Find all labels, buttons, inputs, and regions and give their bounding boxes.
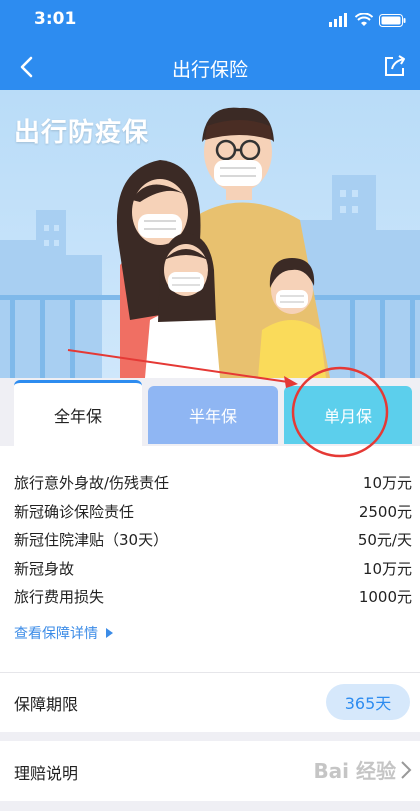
signal-icon	[329, 13, 347, 27]
coverage-name: 新冠确诊保险责任	[14, 503, 135, 521]
battery-icon	[379, 13, 406, 27]
nav-bar: 出行保险	[0, 44, 420, 90]
period-label: 保障期限	[14, 695, 79, 714]
status-icons	[329, 13, 406, 27]
coverage-amount: 50元/天	[357, 531, 412, 549]
page-title: 出行保险	[171, 59, 248, 81]
period-value-pill[interactable]: 365天	[326, 684, 410, 720]
detail-link-label: 查看保障详情	[14, 626, 98, 642]
status-bar: 3:01	[0, 0, 420, 44]
baidu-watermark: Bai 经验	[313, 759, 396, 783]
plan-tabs: 全年保 半年保 单月保	[0, 378, 420, 446]
wifi-icon	[355, 13, 373, 26]
caret-right-icon	[106, 628, 113, 638]
coverage-row: 新冠身故 10万元	[14, 558, 412, 584]
share-icon[interactable]	[382, 53, 408, 79]
tab-single-month[interactable]: 单月保	[284, 386, 412, 444]
coverage-name: 新冠住院津贴（30天）	[14, 531, 169, 549]
coverage-name: 新冠身故	[14, 560, 75, 578]
coverage-amount: 10万元	[362, 560, 412, 578]
chevron-right-icon	[401, 761, 412, 779]
coverage-period-row: 保障期限 365天	[0, 672, 420, 732]
claims-label: 理赔说明	[14, 764, 79, 783]
claims-info-row[interactable]: 理赔说明 Bai 经验	[0, 741, 420, 801]
coverage-name: 旅行费用损失	[14, 588, 105, 606]
coverage-row: 新冠住院津贴（30天） 50元/天	[14, 529, 412, 555]
banner-heading: 出行防疫保	[14, 118, 150, 148]
promo-banner: 出行防疫保	[0, 90, 420, 378]
status-time: 3:01	[34, 9, 77, 29]
coverage-row: 旅行费用损失 1000元	[14, 586, 412, 612]
coverage-amount: 2500元	[358, 503, 412, 521]
coverage-amount: 1000元	[358, 588, 412, 606]
coverage-row: 旅行意外身故/伤残责任 10万元	[14, 472, 412, 498]
tab-annual[interactable]: 全年保	[14, 380, 142, 446]
coverage-amount: 10万元	[362, 474, 412, 492]
coverage-name: 旅行意外身故/伤残责任	[14, 474, 170, 492]
view-coverage-details-link[interactable]: 查看保障详情	[14, 623, 113, 643]
coverage-row: 新冠确诊保险责任 2500元	[14, 501, 412, 527]
coverage-list: 旅行意外身故/伤残责任 10万元 新冠确诊保险责任 2500元 新冠住院津贴（3…	[0, 446, 420, 672]
tab-half-year[interactable]: 半年保	[148, 386, 278, 444]
